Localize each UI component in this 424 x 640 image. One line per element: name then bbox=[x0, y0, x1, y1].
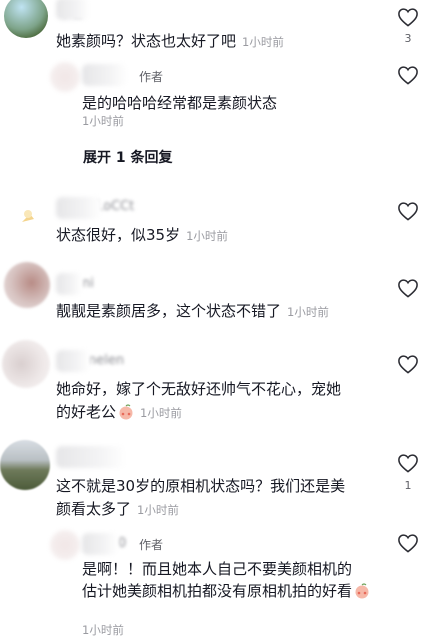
like-count: 1 bbox=[404, 479, 412, 492]
comment-text: 她命好，嫁了个无敌好还帅气不花心，宠她 bbox=[56, 380, 342, 398]
heart-icon[interactable] bbox=[397, 533, 419, 553]
heart-icon[interactable] bbox=[397, 453, 419, 473]
commenter-name[interactable]: ni bbox=[82, 276, 94, 291]
comment-time: 1小时前 bbox=[242, 35, 284, 49]
expand-replies-button[interactable]: 展开 1 条回复 bbox=[83, 147, 173, 167]
comment-time: 1小时前 bbox=[186, 229, 228, 243]
avatar[interactable] bbox=[8, 200, 44, 236]
comment-time: 1小时前 bbox=[137, 503, 179, 517]
avatar[interactable] bbox=[50, 62, 80, 92]
avatar[interactable] bbox=[0, 440, 50, 490]
comment-text: 状态很好，似35岁 1小时前 bbox=[56, 224, 228, 248]
comment-body: 她素颜吗？状态也太好了吧 bbox=[56, 32, 237, 50]
commenter-name-redacted bbox=[56, 350, 90, 372]
commenter-name-redacted bbox=[82, 64, 128, 86]
comment-text: 颜看太多了 1小时前 bbox=[56, 498, 179, 522]
blushing-peach-emoji bbox=[355, 583, 369, 599]
comment-body: 的好老公 bbox=[56, 403, 117, 421]
heart-icon[interactable] bbox=[397, 278, 419, 298]
heart-icon[interactable] bbox=[397, 65, 419, 85]
commenter-name-redacted bbox=[56, 273, 82, 295]
comment-body: 靓靓是素颜居多，这个状态不错了 bbox=[56, 302, 282, 320]
author-badge: 作者 bbox=[139, 538, 164, 552]
like-count: 3 bbox=[404, 32, 412, 45]
author-badge: 作者 bbox=[139, 70, 164, 84]
avatar[interactable] bbox=[4, 0, 48, 38]
reply-time: 1小时前 bbox=[82, 623, 124, 637]
comment-time: 1小时前 bbox=[140, 406, 182, 420]
reply-body: 估计她美颜相机拍都没有原相机拍的好看 bbox=[82, 582, 353, 600]
blushing-peach-emoji bbox=[119, 404, 133, 420]
comment-text: 靓靓是素颜居多，这个状态不错了 1小时前 bbox=[56, 300, 329, 324]
comment-text: 这不就是30岁的原相机状态吗？我们还是美 bbox=[56, 477, 346, 495]
comment-text: 她素颜吗？状态也太好了吧 1小时前 bbox=[56, 30, 284, 54]
heart-icon[interactable] bbox=[397, 7, 419, 27]
avatar[interactable] bbox=[4, 262, 50, 308]
commenter-name-redacted bbox=[56, 446, 126, 468]
reply-text: 估计她美颜相机拍都没有原相机拍的好看 bbox=[82, 580, 370, 603]
reply-text: 是啊！！而且她本人自己不要美颜相机的 bbox=[82, 560, 353, 578]
commenter-name[interactable]: nelen bbox=[88, 353, 124, 368]
commenter-name-redacted bbox=[56, 197, 102, 219]
avatar[interactable] bbox=[50, 530, 80, 560]
comment-time: 1小时前 bbox=[287, 305, 329, 319]
commenter-name-redacted bbox=[82, 533, 118, 555]
heart-icon[interactable] bbox=[397, 354, 419, 374]
commenter-name-redacted bbox=[56, 0, 90, 20]
ice-cream-icon bbox=[22, 210, 34, 222]
reply-text: 是的哈哈哈经常都是素颜状态 bbox=[82, 94, 278, 112]
comment-text: 的好老公 1小时前 bbox=[56, 401, 182, 425]
avatar[interactable] bbox=[2, 340, 50, 388]
heart-icon[interactable] bbox=[397, 201, 419, 221]
comment-body: 状态很好，似35岁 bbox=[56, 226, 181, 244]
commenter-name[interactable]: 0 bbox=[118, 536, 126, 551]
comment-body: 颜看太多了 bbox=[56, 500, 132, 518]
reply-time: 1小时前 bbox=[82, 114, 124, 128]
